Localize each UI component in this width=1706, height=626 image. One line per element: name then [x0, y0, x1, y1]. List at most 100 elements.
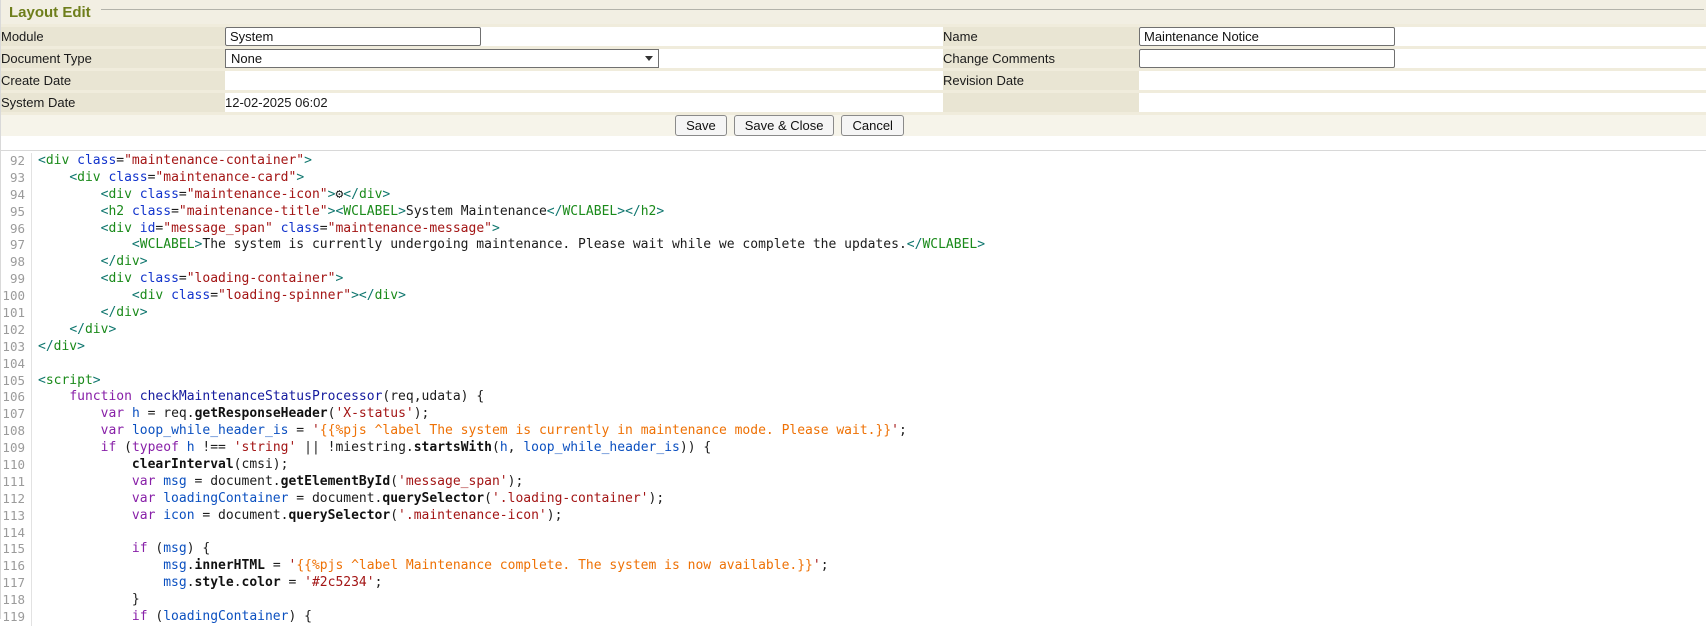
line-number: 102 [1, 322, 32, 339]
code-line: 94 <div class="maintenance-icon">⚙</div> [1, 187, 1706, 204]
save-button[interactable]: Save [675, 115, 727, 136]
code-line: 119 if (loadingContainer) { [1, 609, 1706, 626]
code-line: 116 msg.innerHTML = '{{%pjs ^label Maint… [1, 558, 1706, 575]
document-type-label: Document Type [1, 48, 225, 70]
code-text: </div> [32, 254, 148, 271]
code-line: 108 var loop_while_header_is = '{{%pjs ^… [1, 423, 1706, 440]
code-line: 111 var msg = document.getElementById('m… [1, 474, 1706, 491]
line-number: 95 [1, 204, 32, 221]
revision-date-value [1139, 70, 1706, 92]
line-number: 94 [1, 187, 32, 204]
code-text: <h2 class="maintenance-title"><WCLABEL>S… [32, 204, 664, 221]
code-line: 92<div class="maintenance-container"> [1, 153, 1706, 170]
line-number: 92 [1, 153, 32, 170]
page-title: Layout Edit [9, 4, 91, 21]
code-text: </div> [32, 322, 116, 339]
code-text: clearInterval(cmsi); [32, 457, 288, 474]
code-text: <div class="maintenance-icon">⚙</div> [32, 187, 390, 204]
form-actions: Save Save & Close Cancel [1, 112, 1706, 136]
code-line: 95 <h2 class="maintenance-title"><WCLABE… [1, 204, 1706, 221]
code-text: <WCLABEL>The system is currently undergo… [32, 237, 985, 254]
system-date-label: System Date [1, 92, 225, 113]
code-text: <div class="loading-container"> [32, 271, 343, 288]
line-number: 101 [1, 305, 32, 322]
line-number: 98 [1, 254, 32, 271]
line-number: 103 [1, 339, 32, 356]
cancel-button[interactable]: Cancel [841, 115, 903, 136]
code-line: 99 <div class="loading-container"> [1, 271, 1706, 288]
line-number: 104 [1, 356, 32, 373]
line-number: 99 [1, 271, 32, 288]
code-text [32, 525, 38, 542]
module-input[interactable] [225, 27, 481, 46]
line-number: 115 [1, 541, 32, 558]
code-text [32, 356, 38, 373]
code-text: <script> [32, 373, 101, 390]
code-text: var msg = document.getElementById('messa… [32, 474, 523, 491]
code-text: var h = req.getResponseHeader('X-status'… [32, 406, 429, 423]
line-number: 97 [1, 237, 32, 254]
code-line: 105<script> [1, 373, 1706, 390]
line-number: 119 [1, 609, 32, 626]
create-date-label: Create Date [1, 70, 225, 92]
fieldset-border-line [101, 9, 1704, 10]
code-line: 106 function checkMaintenanceStatusProce… [1, 389, 1706, 406]
module-label: Module [1, 26, 225, 48]
code-text: if (loadingContainer) { [32, 609, 312, 626]
code-line: 101 </div> [1, 305, 1706, 322]
line-number: 117 [1, 575, 32, 592]
code-line: 114 [1, 525, 1706, 542]
layout-edit-form: Module Name Document Type None Change Co… [1, 24, 1706, 112]
code-line: 102 </div> [1, 322, 1706, 339]
code-text: <div class="maintenance-container"> [32, 153, 312, 170]
line-number: 111 [1, 474, 32, 491]
document-type-select[interactable]: None [225, 49, 659, 68]
code-text: <div class="loading-spinner"></div> [32, 288, 406, 305]
code-line: 110 clearInterval(cmsi); [1, 457, 1706, 474]
form-row-create-revision: Create Date Revision Date [1, 70, 1706, 92]
code-text: <div class="maintenance-card"> [32, 170, 304, 187]
code-line: 97 <WCLABEL>The system is currently unde… [1, 237, 1706, 254]
form-row-system-date: System Date 12-02-2025 06:02 [1, 92, 1706, 113]
line-number: 116 [1, 558, 32, 575]
code-text: if (typeof h !== 'string' || !miestring.… [32, 440, 711, 457]
document-type-selected-value: None [231, 51, 262, 66]
save-and-close-button[interactable]: Save & Close [734, 115, 835, 136]
line-number: 105 [1, 373, 32, 390]
line-number: 106 [1, 389, 32, 406]
system-date-value: 12-02-2025 06:02 [225, 92, 943, 113]
empty-value-cell [1139, 92, 1706, 113]
line-number: 96 [1, 221, 32, 238]
code-text: </div> [32, 339, 85, 356]
code-line: 117 msg.style.color = '#2c5234'; [1, 575, 1706, 592]
chevron-down-icon [645, 56, 653, 61]
line-number: 108 [1, 423, 32, 440]
code-editor[interactable]: 92<div class="maintenance-container">93 … [1, 150, 1706, 626]
line-number: 112 [1, 491, 32, 508]
empty-label-cell [943, 92, 1139, 113]
code-line: 96 <div id="message_span" class="mainten… [1, 221, 1706, 238]
code-text: } [32, 592, 140, 609]
name-input[interactable] [1139, 27, 1395, 46]
layout-edit-page: Layout Edit Module Name Document Type No… [0, 0, 1706, 619]
line-number: 109 [1, 440, 32, 457]
change-comments-input[interactable] [1139, 49, 1395, 68]
code-text: msg.style.color = '#2c5234'; [32, 575, 382, 592]
code-text: if (msg) { [32, 541, 210, 558]
code-text: msg.innerHTML = '{{%pjs ^label Maintenan… [32, 558, 829, 575]
code-line: 98 </div> [1, 254, 1706, 271]
line-number: 100 [1, 288, 32, 305]
code-lines: 92<div class="maintenance-container">93 … [1, 153, 1706, 626]
code-text: <div id="message_span" class="maintenanc… [32, 221, 500, 238]
code-line: 118 } [1, 592, 1706, 609]
line-number: 114 [1, 525, 32, 542]
code-line: 113 var icon = document.querySelector('.… [1, 508, 1706, 525]
line-number: 110 [1, 457, 32, 474]
code-line: 103</div> [1, 339, 1706, 356]
code-line: 100 <div class="loading-spinner"></div> [1, 288, 1706, 305]
create-date-value [225, 70, 943, 92]
code-line: 112 var loadingContainer = document.quer… [1, 491, 1706, 508]
code-line: 93 <div class="maintenance-card"> [1, 170, 1706, 187]
code-line: 107 var h = req.getResponseHeader('X-sta… [1, 406, 1706, 423]
change-comments-label: Change Comments [943, 48, 1139, 70]
